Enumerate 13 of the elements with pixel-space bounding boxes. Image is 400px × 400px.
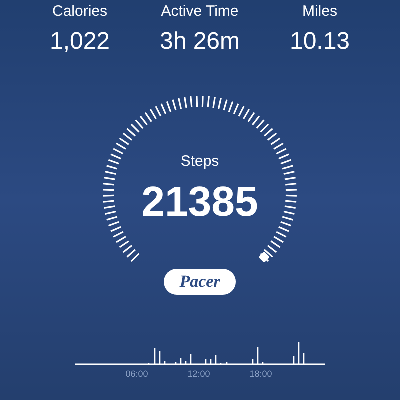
steps-count: 21385 (142, 178, 258, 224)
time-label: 12:00 (188, 368, 210, 381)
stat-value: 3h 26m (160, 27, 240, 57)
stat-label: Calories (52, 2, 108, 22)
stat-label: Active Time (161, 2, 239, 22)
pacer-logo: Pacer (164, 269, 236, 295)
steps-label: Steps (180, 152, 220, 172)
stat-value: 1,022 (50, 27, 110, 57)
stat-label: Miles (302, 2, 338, 22)
time-label: 18:00 (250, 368, 272, 381)
time-label: 06:00 (126, 368, 148, 381)
stat-value: 10.13 (290, 27, 350, 57)
gauge-marker (258, 252, 270, 263)
